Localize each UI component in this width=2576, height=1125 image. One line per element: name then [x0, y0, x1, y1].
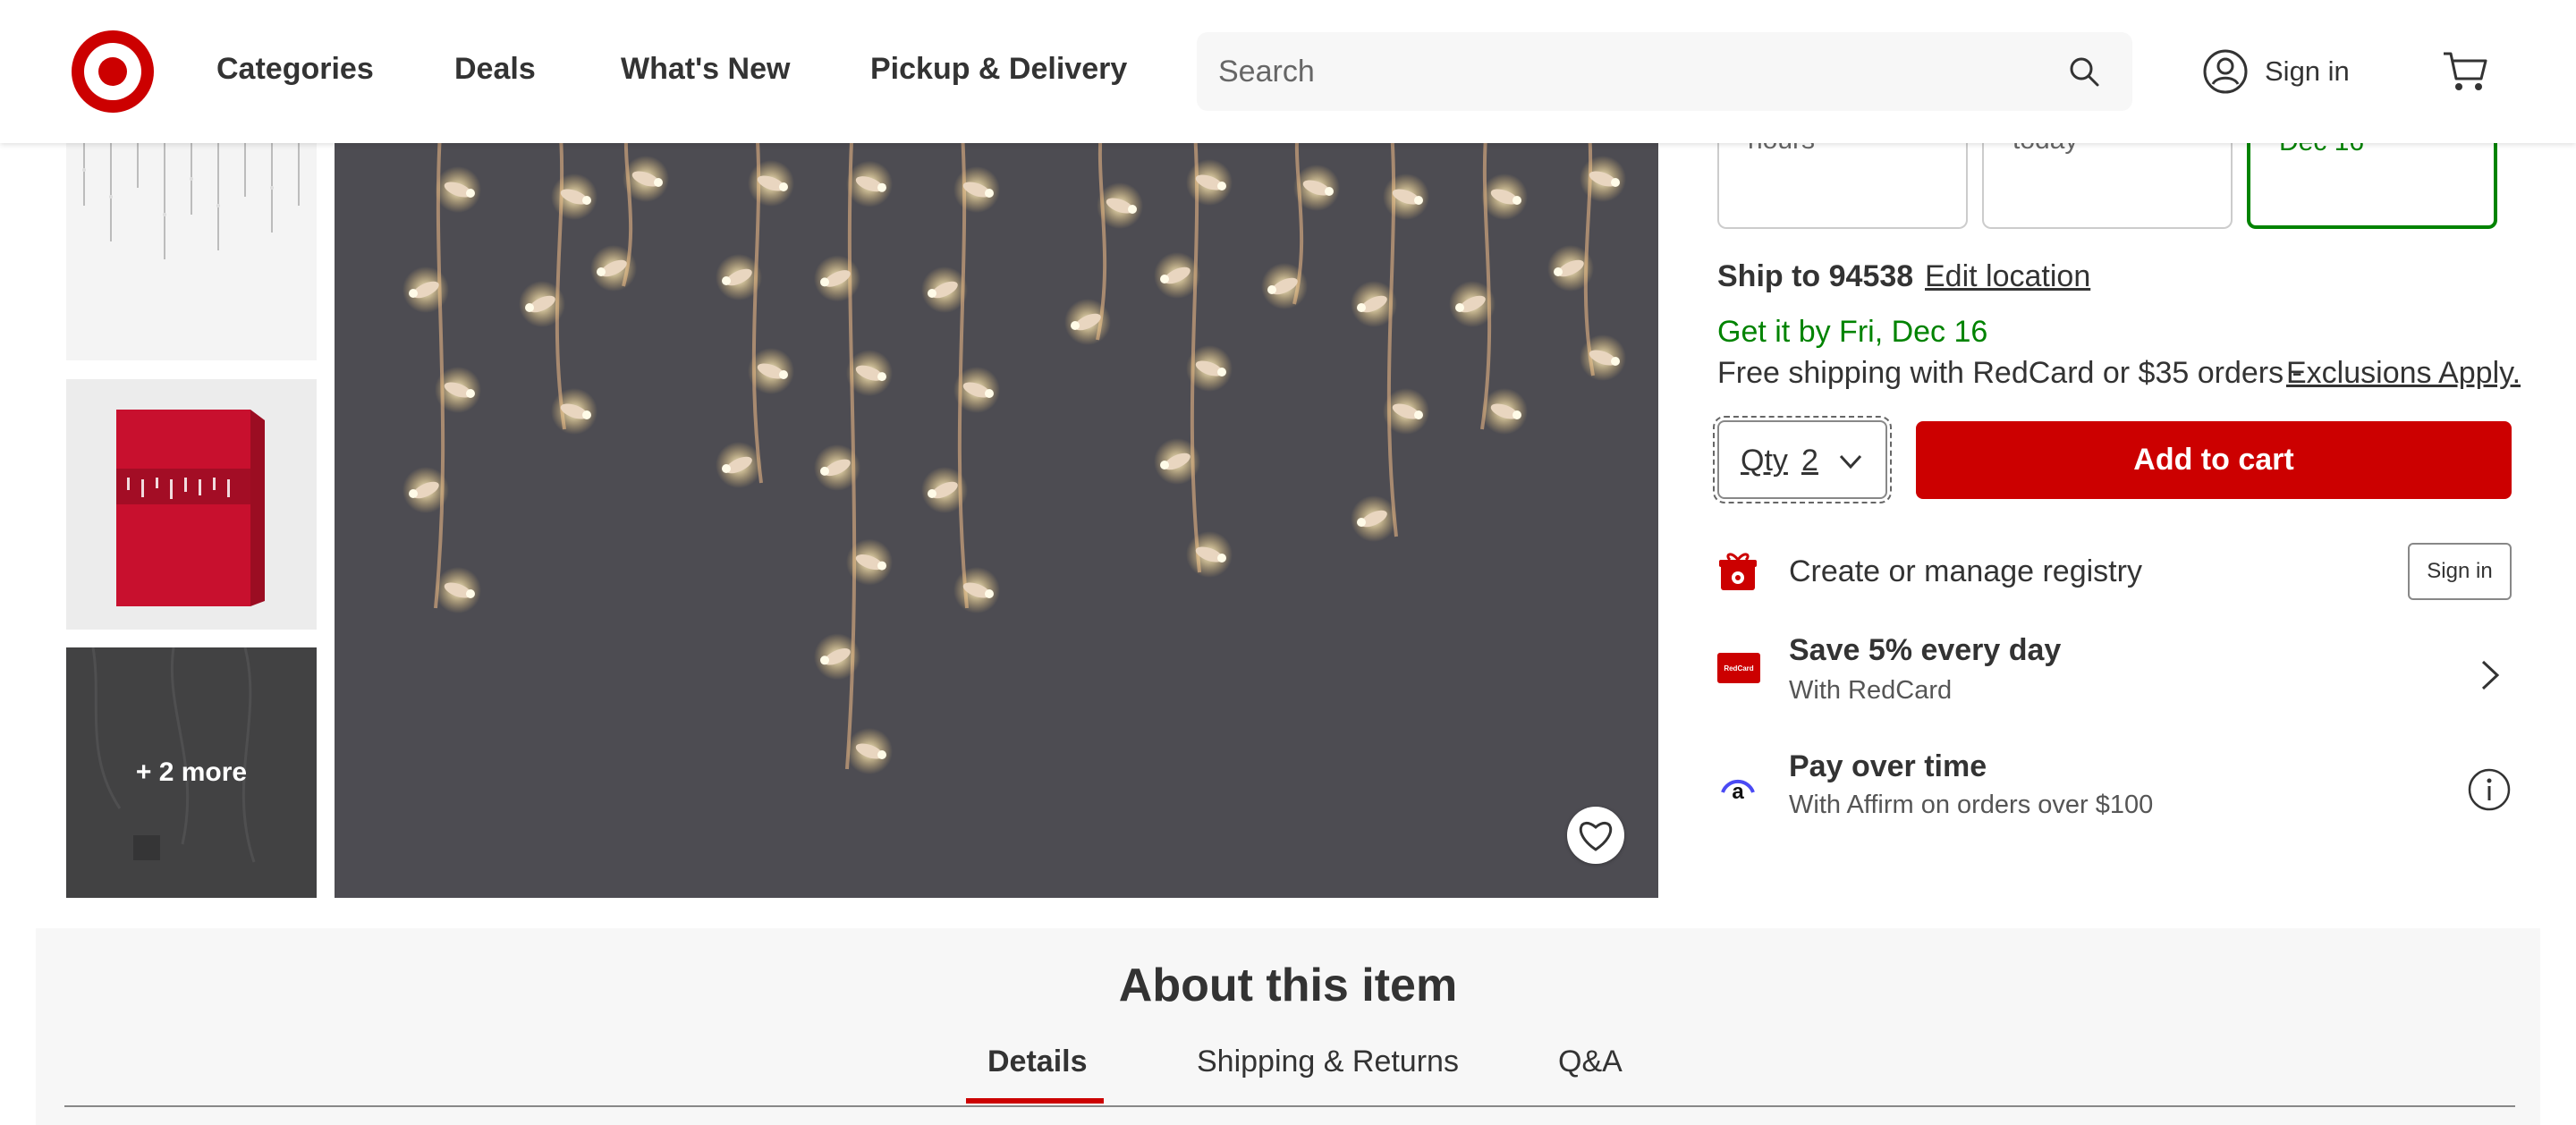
- tab-shipping-returns[interactable]: Shipping & Returns: [1197, 1045, 1459, 1079]
- chevron-down-icon: [1839, 454, 1862, 469]
- thumbnail-product-box[interactable]: [66, 379, 317, 630]
- about-this-item-section: About this item Details Shipping & Retur…: [36, 928, 2540, 1125]
- quantity-select[interactable]: Qty 2: [1713, 416, 1892, 503]
- redcard-subtitle: With RedCard: [1789, 676, 1953, 705]
- affirm-title: Pay over time: [1789, 749, 1987, 783]
- registry-sign-in-button[interactable]: Sign in: [2408, 543, 2512, 600]
- registry-text: Create or manage registry: [1789, 554, 2142, 588]
- favorite-button[interactable]: [1567, 807, 1624, 864]
- redcard-title[interactable]: Save 5% every day: [1789, 633, 2061, 668]
- account-icon[interactable]: [2202, 48, 2249, 95]
- free-shipping-text: Free shipping with RedCard or $35 orders…: [1717, 356, 2302, 390]
- info-icon[interactable]: [2467, 767, 2512, 812]
- ship-to-zip: Ship to 94538: [1717, 259, 1914, 293]
- search-icon[interactable]: [2068, 55, 2100, 88]
- heart-icon: [1579, 821, 1613, 851]
- site-header: Categories Deals What's New Pickup & Del…: [0, 0, 2576, 143]
- nav-categories[interactable]: Categories: [216, 52, 374, 87]
- delivery-date: Get it by Fri, Dec 16: [1717, 315, 1988, 349]
- redcard-icon: RedCard: [1717, 653, 1760, 683]
- nav-whats-new[interactable]: What's New: [621, 52, 790, 87]
- qty-label: Qty: [1741, 444, 1788, 478]
- add-to-cart-button[interactable]: Add to cart: [1916, 421, 2512, 499]
- thumbnail-white-icicle-lights[interactable]: [66, 107, 317, 360]
- redcard-icon-text: RedCard: [1724, 664, 1754, 672]
- svg-text:a: a: [1732, 780, 1744, 804]
- product-box-image: [116, 410, 265, 606]
- active-tab-indicator: [966, 1098, 1104, 1104]
- search-bar: [1197, 32, 2132, 111]
- exclusions-apply-link[interactable]: Exclusions Apply.: [2286, 356, 2521, 391]
- edit-location-link[interactable]: Edit location: [1925, 259, 2090, 294]
- thumbnail-image: [82, 143, 300, 259]
- search-input[interactable]: [1218, 32, 2059, 111]
- more-images-label[interactable]: + 2 more: [66, 647, 317, 898]
- icicle-lights-photo: [402, 107, 1626, 774]
- chevron-right-icon[interactable]: [2479, 658, 2501, 692]
- affirm-icon: a: [1721, 779, 1755, 804]
- nav-pickup-delivery[interactable]: Pickup & Delivery: [870, 52, 1127, 87]
- tab-divider: [64, 1105, 2515, 1107]
- header-sign-in-link[interactable]: Sign in: [2265, 55, 2350, 88]
- affirm-subtitle: With Affirm on orders over $100: [1789, 791, 2154, 819]
- qty-value: 2: [1801, 444, 1818, 478]
- thumbnail-more-images[interactable]: + 2 more: [66, 647, 317, 898]
- tab-qa[interactable]: Q&A: [1558, 1045, 1623, 1079]
- gift-registry-icon: [1719, 553, 1757, 590]
- main-product-image[interactable]: [335, 107, 1658, 898]
- target-logo-icon[interactable]: [72, 30, 154, 113]
- nav-deals[interactable]: Deals: [454, 52, 536, 87]
- tab-details[interactable]: Details: [987, 1045, 1088, 1079]
- about-title: About this item: [1118, 960, 1458, 1011]
- cart-icon[interactable]: [2442, 48, 2488, 93]
